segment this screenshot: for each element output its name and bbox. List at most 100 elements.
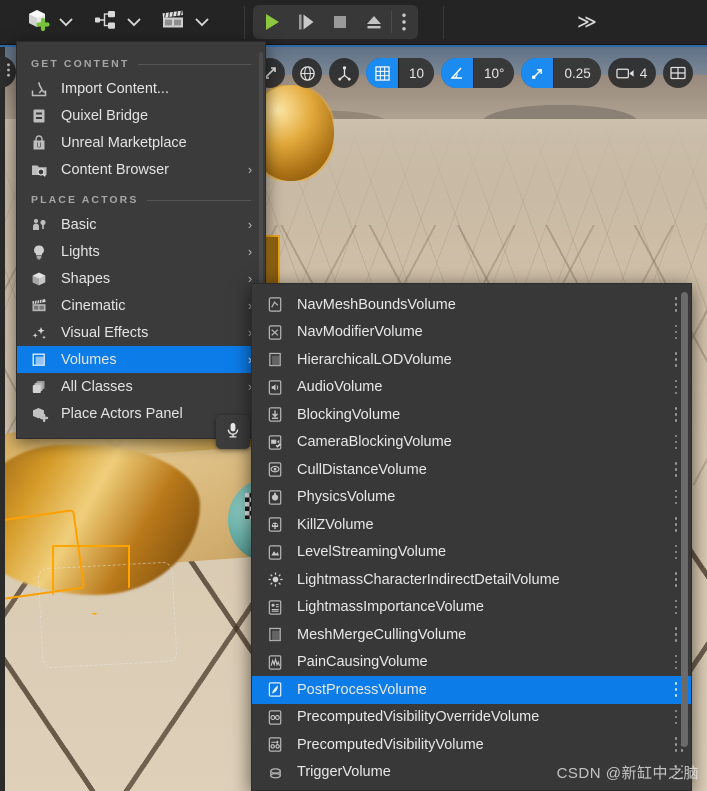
stacked-layers-icon [27, 377, 51, 397]
volume-item-label: PrecomputedVisibilityVolume [297, 736, 484, 753]
volume-item-navmodifiervolume[interactable]: NavModifierVolume [252, 319, 691, 347]
volume-item-label: LevelStreamingVolume [297, 544, 447, 561]
physics-icon [262, 487, 288, 507]
grid-snap-control[interactable]: 10 [366, 58, 435, 88]
volume-item-camerablockingvolume[interactable]: CameraBlockingVolume [252, 429, 691, 457]
menu-item-import-content[interactable]: Import Content... [17, 75, 265, 102]
menu-item-all-classes[interactable]: All Classes › [17, 373, 265, 400]
stop-button[interactable] [323, 5, 357, 39]
clapperboard-icon [160, 9, 188, 36]
eject-button[interactable] [357, 5, 391, 39]
section-header-place-actors: PLACE ACTORS [17, 187, 265, 211]
grid-icon[interactable] [366, 58, 398, 88]
submenu-scrollbar-thumb[interactable] [681, 292, 688, 747]
menu-item-label: All Classes [61, 378, 133, 395]
volume-item-lightmasscharacterindirectdetailvolume[interactable]: LightmassCharacterIndirectDetailVolume [252, 566, 691, 594]
menu-item-label: Content Browser [61, 161, 169, 178]
audio-icon [262, 377, 288, 397]
microphone-icon [225, 421, 241, 444]
angle-icon[interactable] [441, 58, 474, 88]
surface-snap-button[interactable] [329, 58, 359, 88]
volume-item-navmeshboundsvolume[interactable]: NavMeshBoundsVolume [252, 291, 691, 319]
main-toolbar: ≫ [0, 0, 707, 45]
viewport-layout-button[interactable] [663, 58, 694, 88]
volume-item-paincausingvolume[interactable]: PainCausingVolume [252, 649, 691, 677]
menu-item-label: Unreal Marketplace [61, 134, 187, 151]
viewport-toolbar: 10 10° 0.25 4 [255, 58, 694, 88]
add-content-dropdown[interactable] [56, 7, 76, 39]
volume-item-physicsvolume[interactable]: PhysicsVolume [252, 484, 691, 512]
angle-snap-value[interactable]: 10° [473, 58, 515, 88]
angle-snap-control[interactable]: 10° [441, 58, 515, 88]
menu-item-visual-effects[interactable]: Visual Effects › [17, 319, 265, 346]
toolbar-divider-right [443, 6, 444, 39]
volume-item-label: KillZVolume [297, 516, 374, 533]
level-streaming-icon [262, 542, 288, 562]
play-button[interactable] [255, 5, 289, 39]
bridge-icon [27, 106, 51, 126]
panel-plus-icon [27, 404, 51, 424]
volume-item-label: MeshMergeCullingVolume [297, 626, 467, 643]
navmesh-icon [262, 295, 288, 315]
menu-item-unreal-marketplace[interactable]: U Unreal Marketplace [17, 129, 265, 156]
volume-item-label: CullDistanceVolume [297, 461, 427, 478]
menu-item-quixel-bridge[interactable]: Quixel Bridge [17, 102, 265, 129]
sparkles-icon [27, 323, 51, 343]
volume-item-meshmergecullingvolume[interactable]: MeshMergeCullingVolume [252, 621, 691, 649]
double-chevron-right-icon: ≫ [577, 11, 597, 33]
volume-item-precomputedvisibilityvolume[interactable]: PrecomputedVisibilityVolume [252, 731, 691, 759]
submenu-arrow: › [247, 244, 253, 259]
volume-item-culldistancevolume[interactable]: CullDistanceVolume [252, 456, 691, 484]
volume-item-triggervolume[interactable]: TriggerVolume [252, 759, 691, 787]
menu-item-content-browser[interactable]: Content Browser › [17, 156, 265, 183]
four-pane-icon [670, 65, 686, 81]
scale-arrow-icon[interactable] [521, 58, 554, 88]
camera-speed-value[interactable]: 4 [640, 66, 648, 81]
section-rule [147, 199, 251, 201]
volume-item-precomputedvisibilityoverridevolume[interactable]: PrecomputedVisibilityOverrideVolume [252, 704, 691, 732]
volume-item-audiovolume[interactable]: AudioVolume [252, 374, 691, 402]
cinematics-dropdown[interactable] [192, 7, 212, 39]
world-coords-button[interactable] [292, 58, 322, 88]
menu-item-label: Shapes [61, 270, 111, 287]
import-icon [27, 79, 51, 99]
viewport-left-border [0, 45, 5, 791]
submenu-arrow: › [247, 217, 253, 232]
volume-item-killzvolume[interactable]: KillZVolume [252, 511, 691, 539]
add-content-button[interactable] [20, 7, 56, 39]
lightmass-char-icon [262, 570, 288, 590]
volume-item-lightmassimportancevolume[interactable]: LightmassImportanceVolume [252, 594, 691, 622]
volume-item-hierarchicallodvolume[interactable]: HierarchicalLODVolume [252, 346, 691, 374]
skip-button[interactable] [289, 5, 323, 39]
menu-item-volumes[interactable]: Volumes › [17, 346, 265, 373]
volume-item-blockingvolume[interactable]: BlockingVolume [252, 401, 691, 429]
menu-item-lights[interactable]: Lights › [17, 238, 265, 265]
menu-item-cinematic[interactable]: Cinematic › [17, 292, 265, 319]
blueprints-button[interactable] [88, 7, 124, 39]
grid-snap-value[interactable]: 10 [398, 58, 435, 88]
menu-item-label: Visual Effects [61, 324, 149, 341]
volume-item-label: LightmassImportanceVolume [297, 599, 484, 616]
volume-item-levelstreamingvolume[interactable]: LevelStreamingVolume [252, 539, 691, 567]
camera-speed-control[interactable]: 4 [607, 58, 657, 88]
lightbulb-icon [27, 242, 51, 262]
microphone-button[interactable] [216, 415, 250, 449]
blueprints-dropdown[interactable] [124, 7, 144, 39]
play-options-button[interactable] [392, 5, 416, 39]
menu-item-basic[interactable]: Basic › [17, 211, 265, 238]
menu-item-shapes[interactable]: Shapes › [17, 265, 265, 292]
section-header-get-content: GET CONTENT [17, 51, 265, 75]
volume-item-label: TriggerVolume [297, 764, 391, 781]
section-rule [138, 63, 251, 65]
precomputed-visibility-icon [262, 735, 288, 755]
toolbar-divider-left [244, 6, 245, 39]
scale-snap-value[interactable]: 0.25 [553, 58, 601, 88]
post-process-icon [262, 680, 288, 700]
volume-item-postprocessvolume[interactable]: PostProcessVolume [252, 676, 691, 704]
toolbar-overflow-button[interactable]: ≫ [570, 6, 600, 38]
volume-item-label: CameraBlockingVolume [297, 434, 452, 451]
section-title: PLACE ACTORS [31, 194, 139, 206]
menu-item-label: Cinematic [61, 297, 126, 314]
cinematics-button[interactable] [156, 7, 192, 39]
scale-snap-control[interactable]: 0.25 [521, 58, 601, 88]
